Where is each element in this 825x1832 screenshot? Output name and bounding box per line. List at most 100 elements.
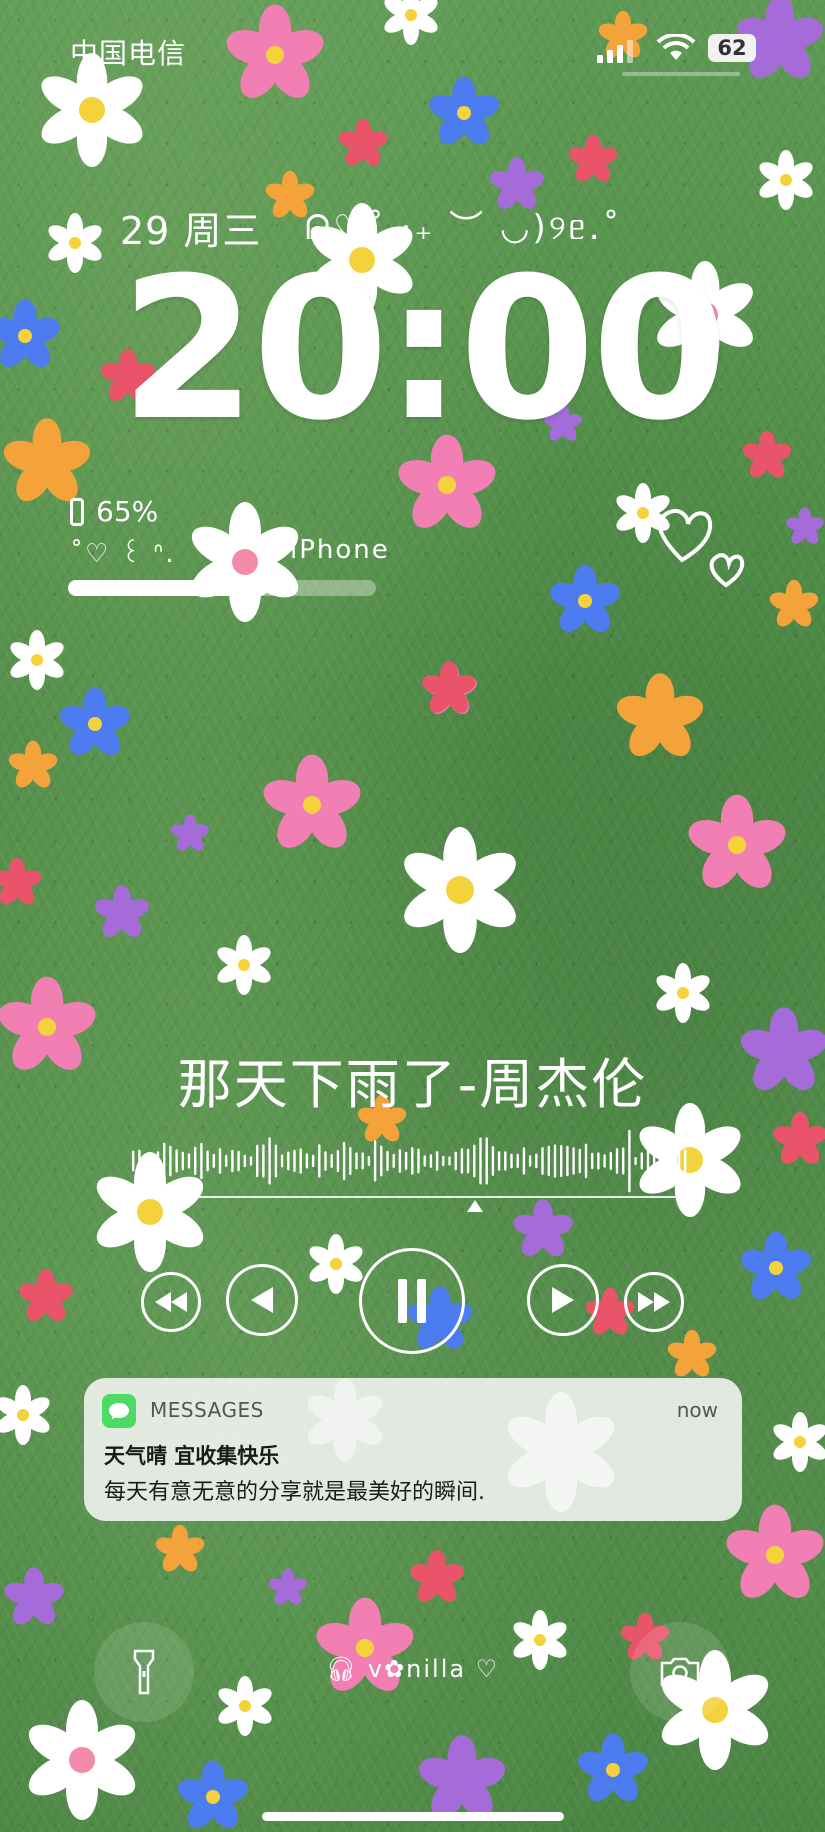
waveform-bar bbox=[293, 1149, 296, 1173]
message-notification[interactable]: MESSAGES now 天气晴 宜收集快乐 每天有意无意的分享就是最美好的瞬间… bbox=[84, 1378, 742, 1521]
waveform-bar bbox=[256, 1144, 259, 1178]
waveform-bar bbox=[584, 1143, 588, 1179]
waveform-bar bbox=[504, 1151, 507, 1171]
waveform-bar bbox=[392, 1153, 395, 1168]
pause-icon bbox=[398, 1279, 426, 1323]
cellular-signal-icon bbox=[597, 40, 633, 63]
waveform-bar bbox=[305, 1153, 309, 1169]
waveform-bar bbox=[615, 1148, 619, 1174]
waveform-bar bbox=[311, 1154, 315, 1168]
waveform-bar bbox=[497, 1151, 501, 1171]
waveform-bar bbox=[435, 1151, 439, 1171]
waveform-bar bbox=[132, 1150, 135, 1172]
home-indicator[interactable] bbox=[262, 1812, 564, 1821]
next-button[interactable] bbox=[527, 1264, 599, 1336]
waveform-bar bbox=[175, 1149, 178, 1173]
waveform-bar bbox=[535, 1153, 538, 1169]
waveform-bar bbox=[640, 1152, 643, 1170]
pause-button[interactable] bbox=[359, 1248, 465, 1354]
speech-bubble-icon bbox=[109, 1403, 129, 1420]
waveform-bar bbox=[684, 1149, 687, 1173]
waveform-bar bbox=[417, 1148, 420, 1174]
waveform-bar bbox=[473, 1144, 476, 1178]
waveform-bar bbox=[318, 1144, 321, 1178]
battery-progress-fill bbox=[68, 580, 269, 596]
headphones-icon: 🎧︎ bbox=[325, 1655, 359, 1683]
waveform-bar bbox=[386, 1150, 389, 1172]
waveform-bar bbox=[659, 1155, 662, 1167]
battery-decoration: ˚♡ ꒰ ᐢ. bbox=[70, 539, 176, 569]
phone-icon bbox=[70, 497, 84, 526]
waveform-bar bbox=[578, 1148, 581, 1174]
notification-title: 天气晴 宜收集快乐 bbox=[104, 1444, 280, 1468]
battery-indicator: 62 bbox=[708, 34, 756, 62]
waveform-bar bbox=[355, 1152, 358, 1170]
messages-app-icon bbox=[102, 1394, 136, 1428]
audio-waveform[interactable] bbox=[128, 1126, 688, 1196]
footer-caption: 🎧︎ v✿nilla ♡ bbox=[0, 1655, 825, 1683]
waveform-bar bbox=[423, 1155, 426, 1167]
waveform-bar bbox=[218, 1148, 222, 1174]
playback-position-marker[interactable] bbox=[467, 1200, 483, 1212]
waveform-bar bbox=[342, 1141, 346, 1181]
waveform-bar bbox=[398, 1149, 402, 1173]
waveform-bar bbox=[274, 1144, 278, 1178]
waveform-bar bbox=[442, 1155, 445, 1167]
waveform-bar bbox=[547, 1145, 550, 1177]
playback-progress-line[interactable] bbox=[195, 1196, 695, 1198]
waveform-bar bbox=[646, 1149, 650, 1173]
waveform-bar bbox=[324, 1151, 327, 1171]
waveform-bar bbox=[454, 1151, 457, 1171]
waveform-bar bbox=[380, 1145, 383, 1177]
waveform-bar bbox=[448, 1156, 451, 1166]
waveform-bar bbox=[560, 1145, 563, 1178]
battery-device-row: ˚♡ ꒰ ᐢ. iPhone bbox=[70, 535, 388, 569]
waveform-bar bbox=[249, 1156, 253, 1166]
waveform-bar bbox=[361, 1152, 364, 1170]
waveform-bar bbox=[243, 1154, 246, 1168]
waveform-bar bbox=[591, 1152, 594, 1170]
waveform-bar bbox=[597, 1152, 600, 1170]
waveform-bar bbox=[336, 1149, 340, 1173]
waveform-bar bbox=[206, 1150, 209, 1172]
waveform-bar bbox=[522, 1147, 526, 1175]
waveform-bar bbox=[603, 1154, 606, 1168]
waveform-bar bbox=[429, 1154, 433, 1168]
waveform-bar bbox=[491, 1146, 495, 1176]
previous-button[interactable] bbox=[226, 1264, 298, 1336]
waveform-bar bbox=[516, 1153, 519, 1169]
waveform-bar bbox=[237, 1150, 240, 1172]
waveform-bar bbox=[268, 1137, 271, 1185]
waveform-bar bbox=[628, 1129, 631, 1193]
song-title: 那天下雨了-周杰伦 bbox=[177, 1053, 648, 1116]
waveform-bar bbox=[330, 1154, 333, 1168]
device-name: iPhone bbox=[290, 535, 390, 565]
waveform-bar bbox=[566, 1145, 569, 1177]
notification-app-name: MESSAGES bbox=[150, 1398, 264, 1422]
fast-forward-button[interactable] bbox=[624, 1272, 684, 1332]
waveform-bar bbox=[187, 1153, 191, 1169]
waveform-bar bbox=[510, 1153, 513, 1169]
waveform-bar bbox=[225, 1154, 228, 1167]
waveform-bar bbox=[349, 1147, 352, 1176]
waveform-bar bbox=[280, 1154, 284, 1168]
waveform-bar bbox=[163, 1142, 166, 1180]
battery-progress-track bbox=[68, 580, 376, 596]
waveform-bar bbox=[404, 1151, 408, 1171]
notification-time: now bbox=[676, 1398, 718, 1422]
battery-percent: 65% bbox=[96, 495, 159, 528]
waveform-bar bbox=[634, 1156, 637, 1166]
waveform-bar bbox=[231, 1149, 234, 1173]
rewind-button[interactable] bbox=[141, 1272, 201, 1332]
waveform-bar bbox=[622, 1147, 625, 1175]
next-icon bbox=[552, 1287, 574, 1313]
waveform-bar bbox=[485, 1137, 488, 1185]
waveform-bar bbox=[156, 1151, 160, 1171]
waveform-bar bbox=[479, 1137, 482, 1185]
waveform-bar bbox=[528, 1155, 532, 1167]
waveform-bar bbox=[262, 1144, 265, 1178]
waveform-bar bbox=[212, 1153, 215, 1168]
waveform-bar bbox=[150, 1153, 153, 1169]
waveform-bar bbox=[169, 1145, 172, 1177]
waveform-bar bbox=[665, 1144, 668, 1178]
